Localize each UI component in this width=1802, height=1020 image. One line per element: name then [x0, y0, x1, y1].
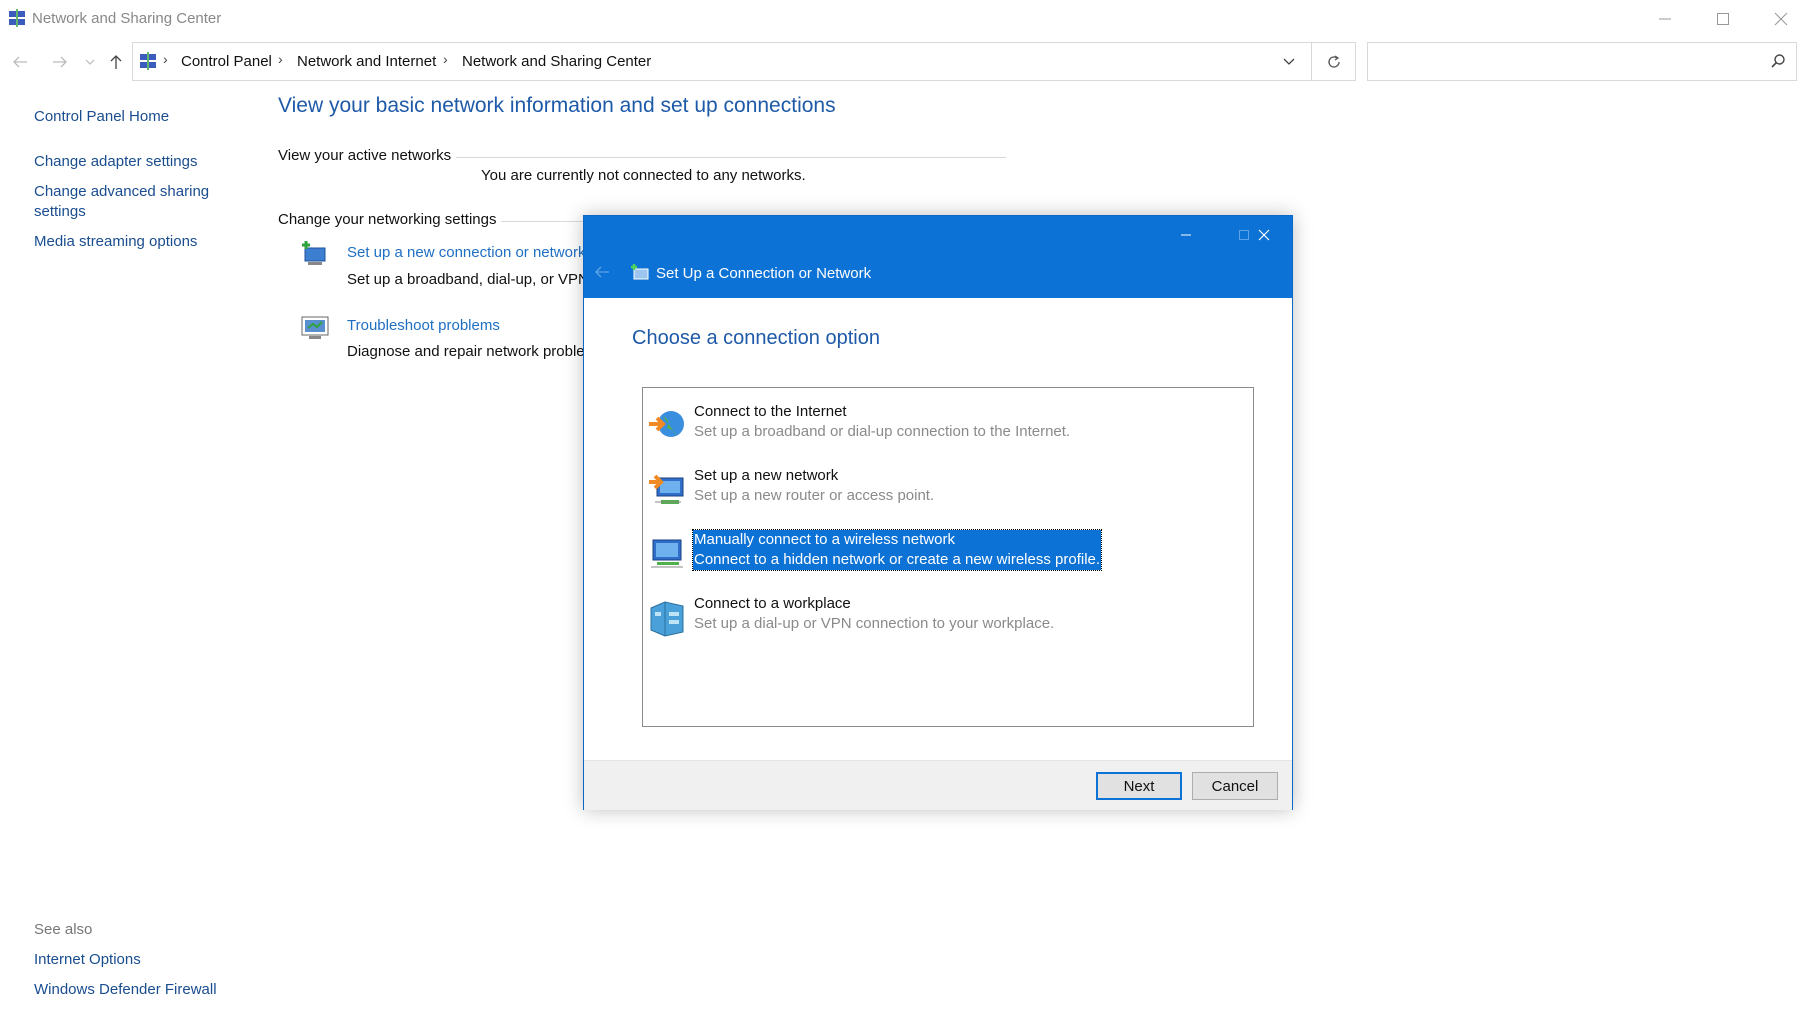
troubleshoot-icon — [301, 316, 329, 339]
wireless-icon — [651, 539, 683, 568]
network-center-icon — [9, 9, 25, 27]
control-panel-icon — [140, 52, 156, 70]
minimize-button[interactable] — [1636, 0, 1694, 38]
sidebar-media-streaming-options[interactable]: Media streaming options — [34, 232, 197, 252]
option-title: Manually connect to a wireless network — [694, 531, 955, 548]
setup-connection-desc: Set up a broadband, dial-up, or VPN — [347, 271, 589, 288]
close-icon — [1258, 229, 1270, 241]
dialog-footer: Next Cancel — [584, 760, 1292, 810]
back-arrow-icon — [13, 56, 27, 68]
close-button[interactable] — [1752, 0, 1802, 38]
back-arrow-icon — [595, 266, 609, 278]
chevron-down-icon — [85, 59, 95, 65]
change-settings-label: Change your networking settings — [278, 211, 497, 228]
dialog-minimize-button[interactable] — [1158, 222, 1214, 248]
setup-connection-dialog: Set Up a Connection or Network Choose a … — [583, 215, 1293, 810]
dialog-heading: Choose a connection option — [632, 327, 880, 349]
dialog-back-button[interactable] — [594, 262, 610, 283]
minimize-icon — [1659, 18, 1671, 20]
forward-button[interactable] — [50, 52, 70, 72]
dialog-header: Set Up a Connection or Network — [584, 216, 1292, 298]
setup-new-connection-link[interactable]: Set up a new connection or network — [347, 244, 585, 261]
sidebar-change-advanced-sharing[interactable]: Change advanced sharing — [34, 182, 209, 202]
option-title: Connect to the Internet — [694, 403, 847, 420]
address-dropdown-button[interactable] — [1267, 43, 1311, 80]
option-desc: Set up a broadband or dial-up connection… — [694, 423, 1071, 440]
breadcrumb-network-sharing-center[interactable]: Network and Sharing Center — [462, 53, 651, 70]
option-setup-new-network[interactable]: Set up a new network Set up a new router… — [647, 466, 1247, 510]
search-input[interactable] — [1367, 42, 1797, 81]
maximize-icon — [1717, 13, 1729, 25]
setup-connection-icon — [631, 264, 649, 280]
option-manual-wireless[interactable]: Manually connect to a wireless network C… — [647, 529, 1247, 574]
recent-locations-button[interactable] — [80, 52, 100, 72]
option-desc: Connect to a hidden network or create a … — [694, 551, 1101, 568]
forward-arrow-icon — [53, 56, 67, 68]
option-title: Connect to a workplace — [694, 595, 851, 612]
breadcrumb-control-panel[interactable]: Control Panel — [181, 53, 272, 70]
navigation-bar: › Control Panel › Network and Internet ›… — [0, 42, 1802, 82]
cancel-button[interactable]: Cancel — [1192, 772, 1278, 800]
minimize-icon — [1181, 234, 1191, 236]
option-connect-internet[interactable]: Connect to the Internet Set up a broadba… — [647, 402, 1247, 446]
maximize-button[interactable] — [1694, 0, 1752, 38]
option-desc: Set up a dial-up or VPN connection to yo… — [694, 615, 1055, 632]
title-bar: Network and Sharing Center — [0, 0, 1802, 38]
setup-connection-icon — [302, 241, 326, 265]
option-desc: Set up a new router or access point. — [694, 487, 935, 504]
breadcrumb-separator: › — [278, 51, 283, 67]
sidebar-windows-defender-firewall[interactable]: Windows Defender Firewall — [34, 980, 217, 1000]
breadcrumb-separator: › — [163, 51, 168, 67]
refresh-button[interactable] — [1312, 42, 1356, 81]
router-icon — [649, 474, 684, 504]
sidebar-change-adapter-settings[interactable]: Change adapter settings — [34, 152, 197, 172]
sidebar-control-panel-home[interactable]: Control Panel Home — [34, 107, 169, 127]
up-arrow-icon — [110, 55, 122, 69]
sidebar-internet-options[interactable]: Internet Options — [34, 950, 141, 970]
page-title: View your basic network information and … — [278, 94, 836, 117]
breadcrumb-network-internet[interactable]: Network and Internet — [297, 53, 436, 70]
globe-icon — [649, 411, 684, 437]
option-connect-workplace[interactable]: Connect to a workplace Set up a dial-up … — [647, 594, 1247, 638]
workplace-icon — [650, 601, 684, 637]
dialog-title: Set Up a Connection or Network — [656, 265, 872, 282]
troubleshoot-desc: Diagnose and repair network proble — [347, 343, 585, 360]
next-button[interactable]: Next — [1096, 772, 1182, 800]
sidebar-change-advanced-sharing-cont[interactable]: settings — [34, 202, 86, 222]
address-bar[interactable]: › Control Panel › Network and Internet ›… — [132, 42, 1312, 81]
breadcrumb-separator: › — [443, 51, 448, 67]
section-divider — [501, 221, 583, 222]
close-icon — [1774, 12, 1788, 26]
section-divider — [456, 157, 1006, 158]
active-networks-label: View your active networks — [278, 147, 452, 164]
refresh-icon — [1327, 54, 1340, 68]
not-connected-text: You are currently not connected to any n… — [481, 167, 806, 184]
back-button[interactable] — [10, 52, 30, 72]
option-title: Set up a new network — [694, 467, 839, 484]
chevron-down-icon — [1283, 58, 1295, 65]
dialog-close-button[interactable] — [1236, 222, 1292, 248]
connection-option-list[interactable]: Connect to the Internet Set up a broadba… — [642, 387, 1254, 727]
see-also-label: See also — [34, 921, 93, 938]
troubleshoot-problems-link[interactable]: Troubleshoot problems — [347, 317, 500, 334]
window-title: Network and Sharing Center — [32, 10, 222, 27]
up-button[interactable] — [106, 52, 126, 72]
search-icon — [1771, 54, 1785, 68]
